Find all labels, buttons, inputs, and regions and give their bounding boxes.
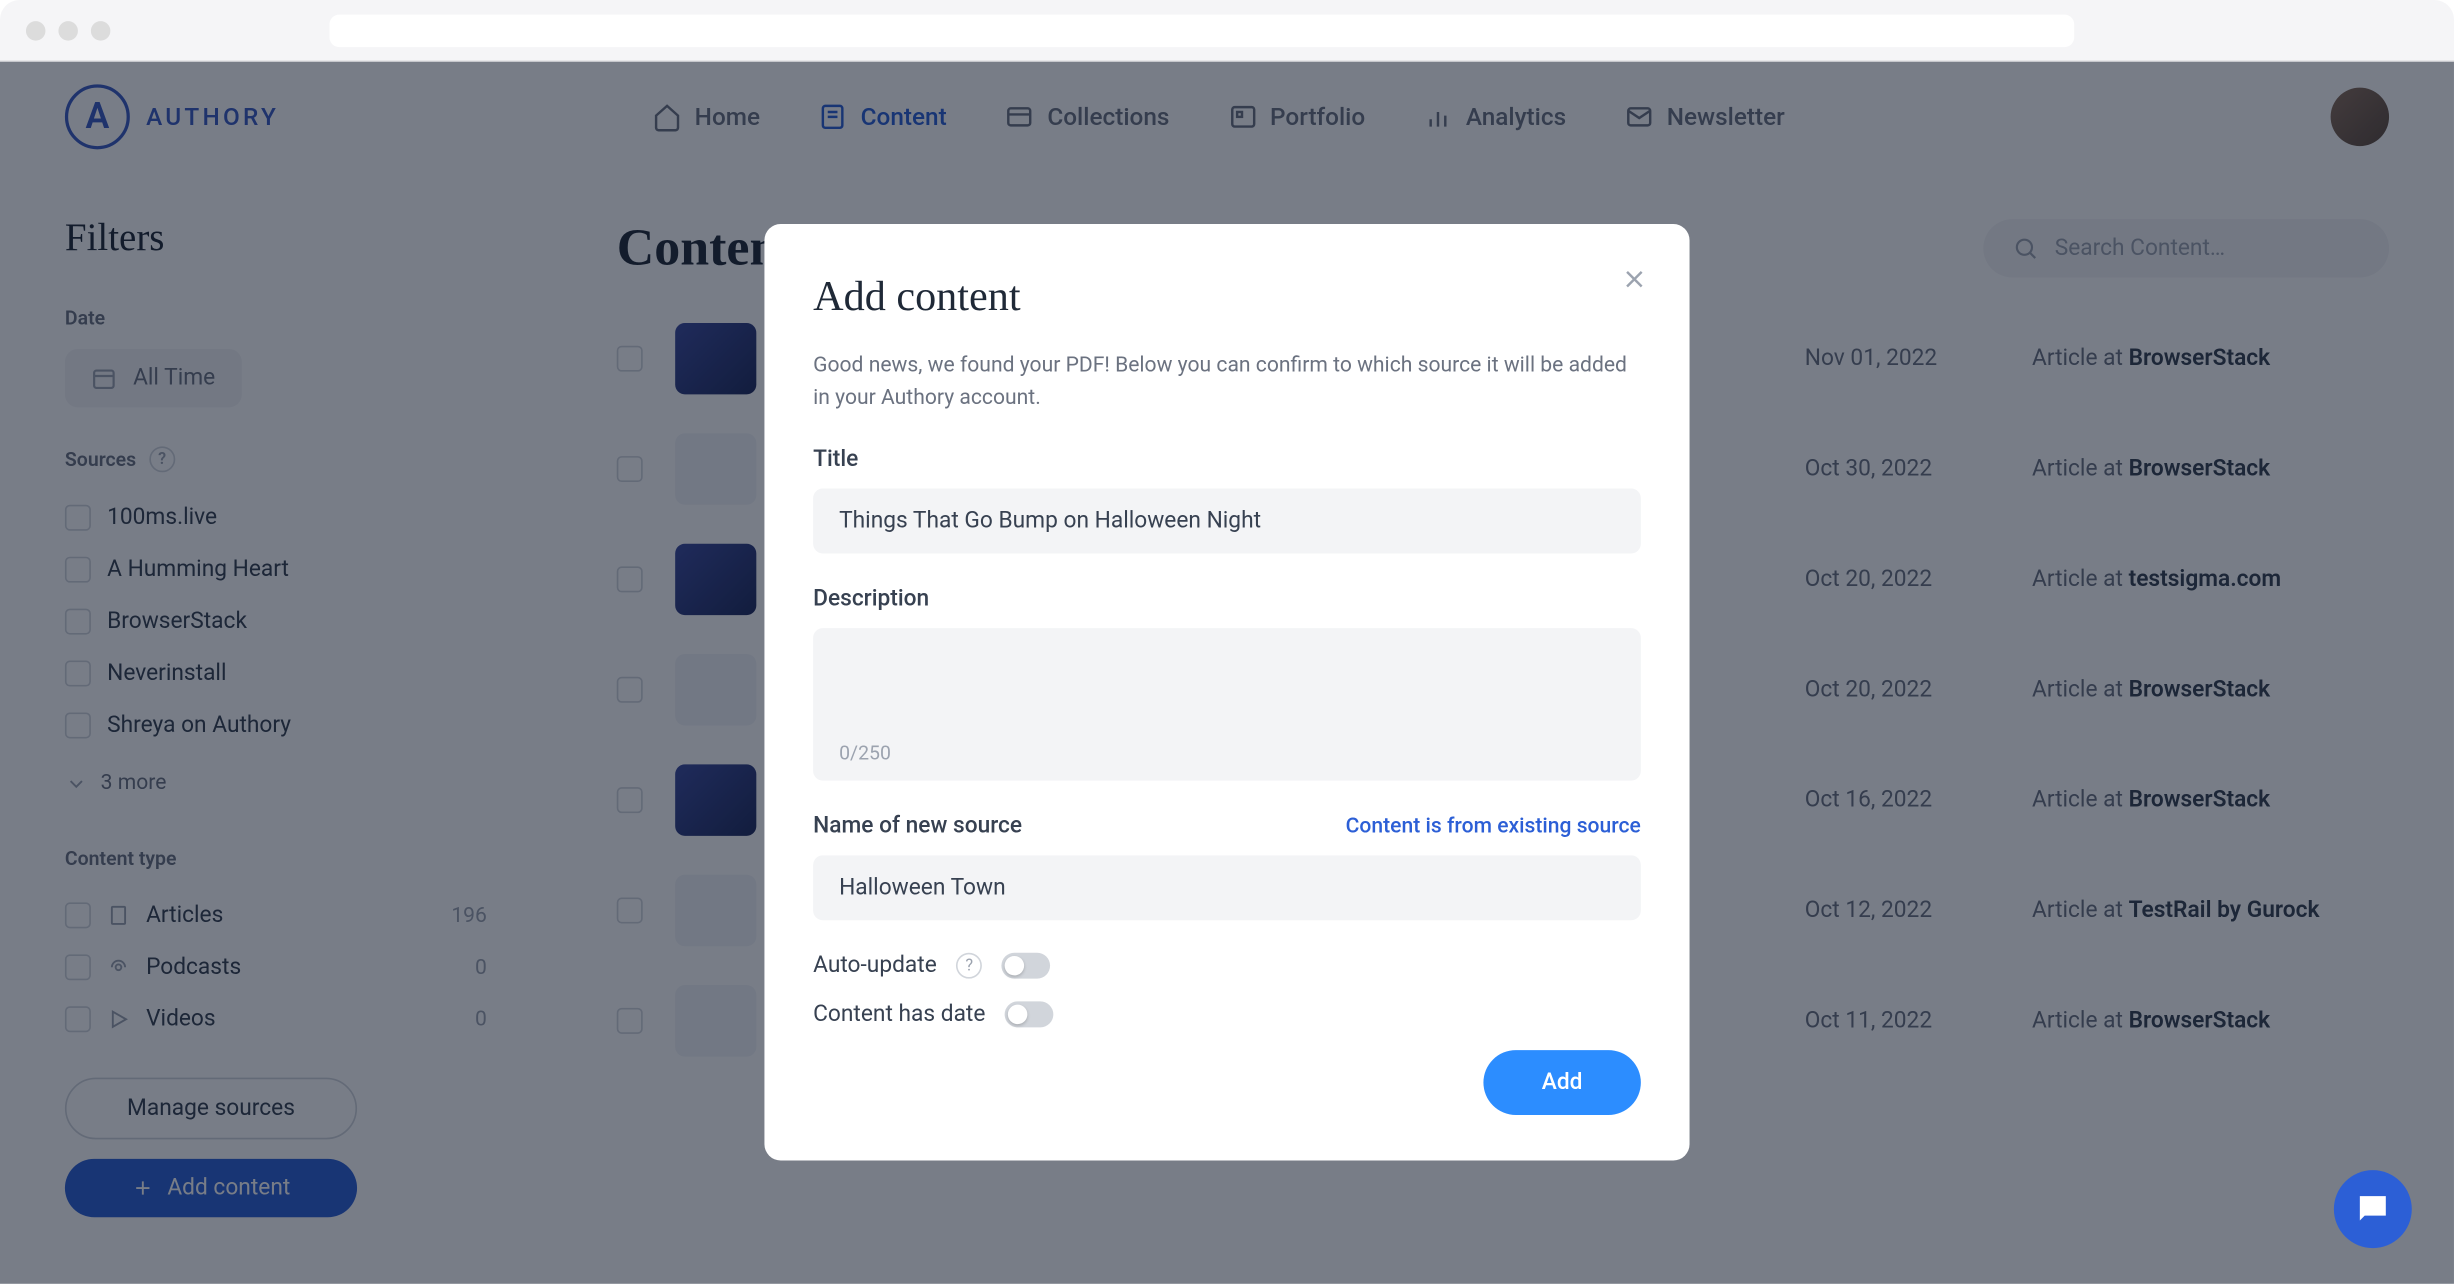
modal-description: Good news, we found your PDF! Below you … [813,351,1641,414]
add-content-modal: Add content Good news, we found your PDF… [764,224,1689,1160]
help-icon[interactable]: ? [956,953,982,979]
title-label: Title [813,446,1641,472]
modal-title: Add content [813,273,1641,322]
traffic-lights [26,20,110,39]
browser-chrome [0,0,2454,62]
existing-source-link[interactable]: Content is from existing source [1346,814,1641,838]
close-window-icon[interactable] [26,20,45,39]
chat-icon [2353,1190,2392,1229]
title-input[interactable] [813,489,1641,554]
url-bar[interactable] [329,14,2074,46]
minimize-window-icon[interactable] [58,20,77,39]
has-date-row: Content has date [813,1001,1641,1027]
source-input[interactable] [813,855,1641,920]
source-label: Name of new source Content is from exist… [813,813,1641,839]
description-input[interactable]: 0/250 [813,628,1641,781]
add-submit-button[interactable]: Add [1483,1050,1641,1115]
modal-overlay: Add content Good news, we found your PDF… [0,62,2454,1284]
auto-update-toggle[interactable] [1002,953,1051,979]
chat-button[interactable] [2334,1170,2412,1248]
maximize-window-icon[interactable] [91,20,110,39]
auto-update-row: Auto-update ? [813,953,1641,979]
close-button[interactable] [1615,260,1654,299]
description-label: Description [813,586,1641,612]
close-icon [1620,265,1649,294]
char-count: 0/250 [839,742,891,765]
has-date-toggle[interactable] [1005,1001,1054,1027]
